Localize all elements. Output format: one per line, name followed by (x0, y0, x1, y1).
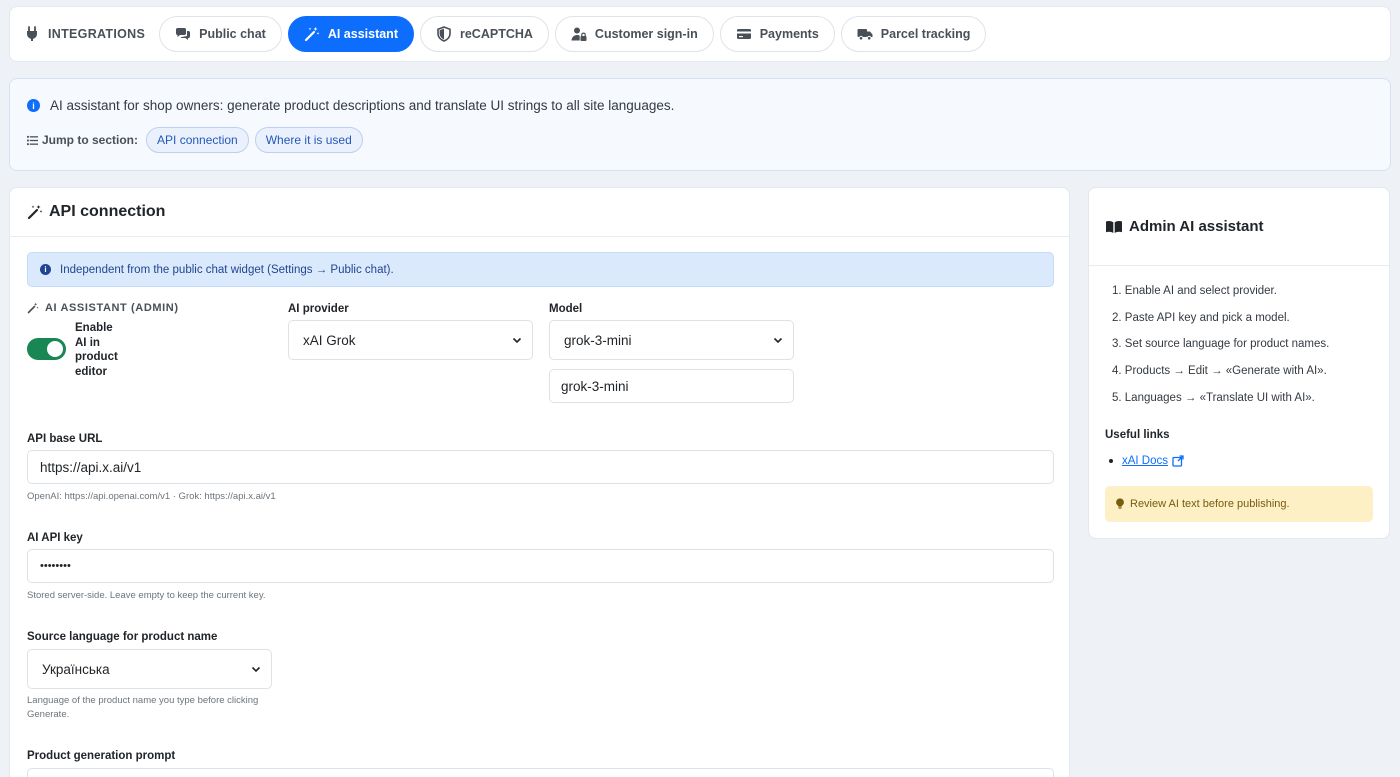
tab-ai-assistant[interactable]: AI assistant (287, 16, 414, 52)
user-lock-icon (571, 26, 587, 42)
api-key-value: •••••••• (40, 560, 71, 572)
bullet (1109, 459, 1113, 463)
chevron-down-icon (773, 337, 783, 344)
tab-payments-label: Payments (759, 27, 819, 41)
info-panel: i AI assistant for shop owners: generate… (9, 78, 1391, 171)
model-select-value: grok-3-mini (564, 332, 632, 348)
base-url-value: https://api.x.ai/v1 (40, 459, 142, 475)
xai-docs-link-text: xAI Docs (1122, 455, 1169, 467)
list-item: 3. Set source language for product names… (1112, 338, 1330, 351)
independence-alert: i Independent from the public chat widge… (27, 252, 1054, 287)
tab-customer-sign-in[interactable]: Customer sign-in (554, 16, 714, 52)
shield-icon (436, 26, 452, 42)
source-lang-select[interactable]: Українська (27, 649, 272, 689)
tab-ai-assistant-label: AI assistant (327, 27, 398, 41)
jump-to-section: Jump to section: API connection Where it… (27, 127, 363, 153)
tab-recaptcha[interactable]: reCAPTCHA (419, 16, 549, 52)
list-item: 1. Enable AI and select provider. (1112, 285, 1277, 297)
section-tag-text: AI ASSISTANT (ADMIN) (45, 302, 179, 314)
integrations-nav: INTEGRATIONS Public chat AI assistant re… (9, 6, 1391, 62)
useful-links-heading: Useful links (1105, 429, 1170, 441)
api-key-label: AI API key (27, 532, 83, 544)
magic-wand-icon (304, 26, 320, 42)
tab-parcel-tracking[interactable]: Parcel tracking (840, 16, 987, 52)
tab-parcel-tracking-label: Parcel tracking (880, 27, 971, 41)
tab-recaptcha-label: reCAPTCHA (459, 27, 533, 41)
nav-title: INTEGRATIONS (24, 26, 145, 42)
jump-label-text: Jump to section: (42, 133, 139, 147)
list-item: 2. Paste API key and pick a model. (1112, 311, 1290, 324)
magic-wand-icon (27, 204, 43, 220)
base-url-input[interactable]: https://api.x.ai/v1 (27, 450, 1054, 484)
useful-link-row: xAI Docs (1109, 455, 1184, 467)
source-lang-help: Language of the product name you type be… (27, 695, 259, 720)
source-lang-value: Українська (42, 661, 110, 677)
tab-customer-sign-in-label: Customer sign-in (594, 27, 698, 41)
provider-select-value: xAI Grok (303, 332, 356, 348)
enable-ai-toggle[interactable] (27, 338, 66, 360)
info-line: i AI assistant for shop owners: generate… (27, 98, 674, 113)
info-text: AI assistant for shop owners: generate p… (50, 98, 675, 113)
review-warning-text: Review AI text before publishing. (1130, 498, 1290, 510)
chevron-down-icon (251, 666, 261, 673)
tab-public-chat-label: Public chat (199, 27, 266, 41)
api-connection-card: API connection i Independent from the pu… (9, 187, 1070, 777)
tab-payments[interactable]: Payments (719, 16, 835, 52)
plug-icon (24, 26, 40, 42)
source-lang-label: Source language for product name (27, 631, 218, 643)
model-label: Model (549, 303, 583, 315)
help-card-title: Admin AI assistant (1129, 218, 1264, 235)
book-open-icon (1105, 219, 1123, 235)
truck-icon (857, 26, 873, 42)
chevron-down-icon (512, 337, 522, 344)
comments-icon (175, 26, 191, 42)
enable-ai-label: Enable AI in product editor (75, 322, 118, 378)
magic-wand-icon (27, 302, 39, 314)
nav-title-text: INTEGRATIONS (48, 27, 146, 41)
prompt-textarea[interactable] (27, 768, 1054, 777)
api-key-help: Stored server-side. Leave empty to keep … (27, 590, 266, 601)
model-select[interactable]: grok-3-mini (549, 320, 794, 360)
jump-label: Jump to section: (27, 133, 138, 147)
info-icon: i (40, 264, 51, 275)
info-icon: i (27, 99, 40, 112)
base-url-label: API base URL (27, 433, 103, 445)
provider-select[interactable]: xAI Grok (288, 320, 533, 360)
jump-link-where-used[interactable]: Where it is used (254, 127, 363, 153)
help-card-header: Admin AI assistant (1089, 188, 1389, 266)
external-link-icon (1172, 455, 1184, 467)
list-icon (27, 135, 38, 146)
tab-public-chat[interactable]: Public chat (159, 16, 282, 52)
xai-docs-link[interactable]: xAI Docs (1122, 455, 1184, 467)
help-card: Admin AI assistant 1. Enable AI and sele… (1088, 187, 1390, 539)
provider-label: AI provider (288, 303, 349, 315)
steps-list: 1. Enable AI and select provider. 2. Pas… (1112, 285, 1329, 418)
review-warning: Review AI text before publishing. (1105, 486, 1373, 522)
model-custom-input[interactable]: grok-3-mini (549, 369, 794, 403)
api-key-input[interactable]: •••••••• (27, 549, 1054, 583)
model-input-value: grok-3-mini (561, 378, 629, 394)
section-tag: AI ASSISTANT (ADMIN) (27, 302, 179, 314)
list-item: 4. Products → Edit → «Generate with AI». (1112, 365, 1327, 378)
lightbulb-icon (1115, 498, 1125, 510)
alert-text: Independent from the public chat widget … (60, 263, 394, 276)
credit-card-icon (736, 26, 752, 42)
list-item: 5. Languages → «Translate UI with AI». (1112, 391, 1315, 404)
card-title: API connection (49, 203, 166, 220)
base-url-help: OpenAI: https://api.openai.com/v1 · Grok… (27, 491, 276, 502)
jump-link-api-connection[interactable]: API connection (146, 127, 249, 153)
card-header: API connection (10, 188, 1069, 237)
prompt-label: Product generation prompt (27, 750, 176, 762)
